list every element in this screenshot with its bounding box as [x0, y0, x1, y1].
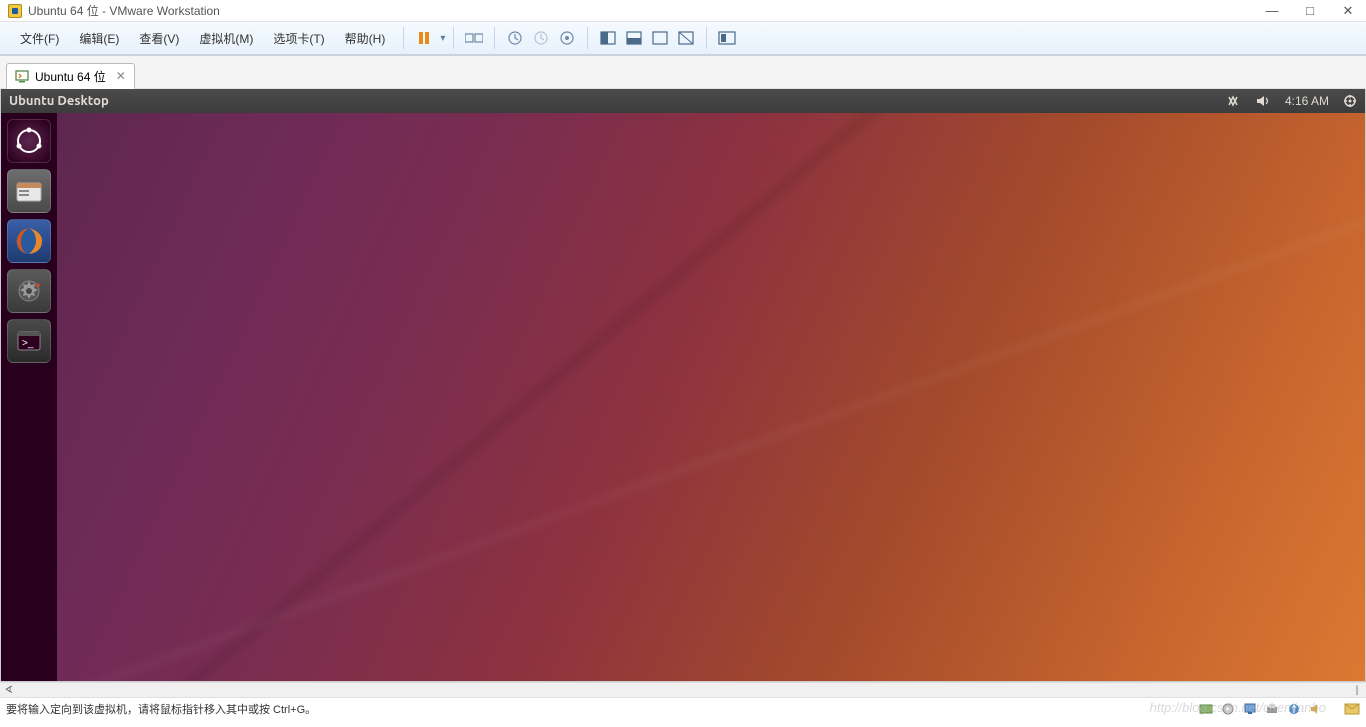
vm-tab-label: Ubuntu 64 位: [35, 68, 106, 85]
guest-display[interactable]: Ubuntu Desktop 4:16 AM: [0, 89, 1366, 682]
send-cad-button[interactable]: [462, 26, 486, 50]
fullscreen-button[interactable]: [596, 26, 620, 50]
scroll-left-icon[interactable]: ∢: [2, 685, 16, 696]
toolbar-separator: [453, 27, 454, 49]
unity-icon: [626, 31, 642, 45]
unity-launcher: >_: [1, 113, 57, 681]
stretch-icon: [678, 31, 694, 45]
ubuntu-desktop: >_: [1, 113, 1365, 681]
menu-view[interactable]: 查看(V): [129, 26, 189, 51]
toolbar-separator: [494, 27, 495, 49]
clock-indicator[interactable]: 4:16 AM: [1285, 94, 1329, 108]
toolbar-separator: [706, 27, 707, 49]
revert-snapshot-button[interactable]: [529, 26, 553, 50]
snapshot-manager-icon: [559, 30, 575, 46]
cd-status-icon[interactable]: [1220, 701, 1236, 717]
usb-status-icon[interactable]: [1286, 701, 1302, 717]
maximize-button[interactable]: □: [1300, 3, 1320, 19]
fullscreen-icon: [600, 31, 616, 45]
manage-snapshots-button[interactable]: [555, 26, 579, 50]
menu-file[interactable]: 文件(F): [10, 26, 69, 51]
menu-tabs[interactable]: 选项卡(T): [263, 26, 334, 51]
printer-status-icon[interactable]: [1264, 701, 1280, 717]
network-status-icon[interactable]: [1242, 701, 1258, 717]
toolbar-separator: [587, 27, 588, 49]
message-status-icon[interactable]: [1344, 701, 1360, 717]
window-titlebar: Ubuntu 64 位 - VMware Workstation — □ ✕: [0, 0, 1366, 22]
network-indicator-icon[interactable]: [1225, 94, 1241, 108]
toolbar-separator: [403, 27, 404, 49]
menu-edit[interactable]: 编辑(E): [69, 26, 129, 51]
tab-bar: Ubuntu 64 位 ✕: [0, 55, 1366, 89]
menu-toolbar-row: 文件(F) 编辑(E) 查看(V) 虚拟机(M) 选项卡(T) 帮助(H) ▾: [0, 22, 1366, 55]
pause-icon: [417, 31, 431, 45]
settings-launcher-icon[interactable]: [7, 269, 51, 313]
terminal-launcher-icon[interactable]: >_: [7, 319, 51, 363]
dash-launcher-icon[interactable]: [7, 119, 51, 163]
vmware-app-icon: [8, 4, 22, 18]
pause-button[interactable]: [412, 26, 436, 50]
library-button[interactable]: [715, 26, 739, 50]
close-button[interactable]: ✕: [1338, 3, 1358, 19]
ubuntu-indicators: 4:16 AM: [1225, 94, 1357, 108]
window-title: Ubuntu 64 位 - VMware Workstation: [28, 2, 220, 19]
unity-button[interactable]: [622, 26, 646, 50]
firefox-launcher-icon[interactable]: [7, 219, 51, 263]
status-separator: [1330, 701, 1338, 717]
files-launcher-icon[interactable]: [7, 169, 51, 213]
vmware-statusbar: 要将输入定向到该虚拟机，请将鼠标指针移入其中或按 Ctrl+G。: [0, 697, 1366, 719]
scroll-right-icon[interactable]: ∣: [1350, 685, 1364, 696]
snapshot-icon: [507, 30, 523, 46]
snapshot-button[interactable]: [503, 26, 527, 50]
svg-text:>_: >_: [22, 338, 34, 349]
ubuntu-panel-title: Ubuntu Desktop: [9, 94, 109, 108]
menubar: 文件(F) 编辑(E) 查看(V) 虚拟机(M) 选项卡(T) 帮助(H): [10, 26, 395, 51]
console-view-button[interactable]: [648, 26, 672, 50]
console-icon: [652, 31, 668, 45]
revert-icon: [533, 30, 549, 46]
statusbar-hint: 要将输入定向到该虚拟机，请将鼠标指针移入其中或按 Ctrl+G。: [6, 701, 316, 717]
sound-indicator-icon[interactable]: [1255, 94, 1271, 108]
status-device-icons: [1198, 701, 1360, 717]
pause-dropdown-icon[interactable]: ▾: [440, 33, 445, 44]
menu-vm[interactable]: 虚拟机(M): [189, 26, 263, 51]
hdd-status-icon[interactable]: [1198, 701, 1214, 717]
vm-tab-icon: [15, 69, 29, 83]
library-icon: [718, 30, 736, 46]
session-indicator-icon[interactable]: [1343, 94, 1357, 108]
tab-close-icon[interactable]: ✕: [116, 69, 126, 83]
sound-status-icon[interactable]: [1308, 701, 1324, 717]
window-controls: — □ ✕: [1262, 3, 1358, 19]
ubuntu-top-panel: Ubuntu Desktop 4:16 AM: [1, 89, 1365, 113]
vm-tab[interactable]: Ubuntu 64 位 ✕: [6, 63, 135, 89]
keyboard-icon: [465, 31, 483, 45]
desktop-wallpaper[interactable]: [57, 113, 1365, 681]
stretch-button[interactable]: [674, 26, 698, 50]
menu-help[interactable]: 帮助(H): [335, 26, 396, 51]
minimize-button[interactable]: —: [1262, 3, 1282, 19]
horizontal-scrollbar[interactable]: ∢ ∣: [0, 682, 1366, 697]
